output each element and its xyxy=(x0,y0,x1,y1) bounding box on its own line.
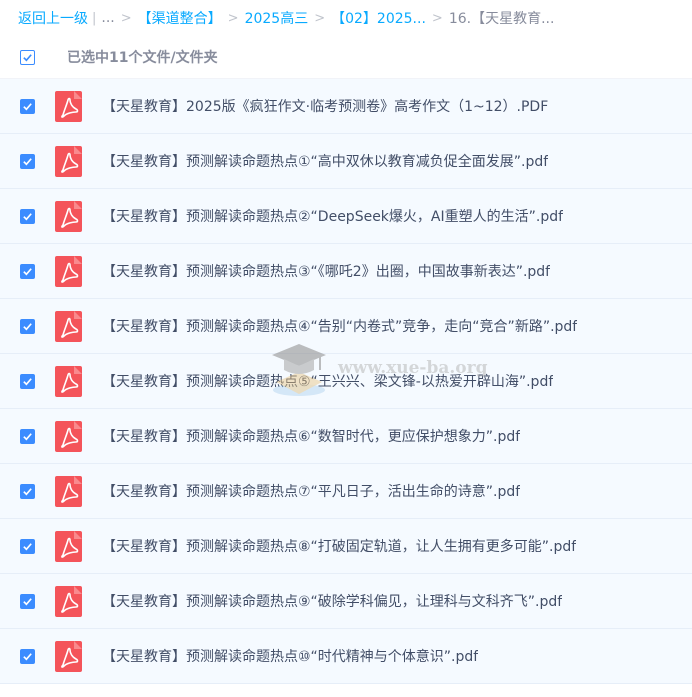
file-row[interactable]: 【天星教育】预测解读命题热点③“《哪吒2》出圈，中国故事新表达”.pdf xyxy=(0,244,692,299)
file-row[interactable]: 【天星教育】预测解读命题热点⑥“数智时代，更应保护想象力”.pdf xyxy=(0,409,692,464)
checkbox-checked-icon xyxy=(23,652,32,660)
pdf-icon-wrap xyxy=(55,200,82,232)
pdf-icon-wrap xyxy=(55,585,82,617)
checkbox-checked-icon xyxy=(23,212,32,220)
checkbox-checked-icon xyxy=(23,102,32,110)
back-link[interactable]: 返回上一级 xyxy=(18,8,88,28)
file-checkbox[interactable] xyxy=(20,373,35,389)
file-name[interactable]: 【天星教育】预测解读命题热点⑧“打破固定轨道，让人生拥有更多可能”.pdf xyxy=(102,536,576,556)
pdf-file-icon xyxy=(55,310,82,342)
file-checkbox[interactable] xyxy=(20,538,35,554)
file-checkbox[interactable] xyxy=(20,593,35,609)
checkbox-checked-icon xyxy=(23,267,32,275)
pdf-icon-wrap xyxy=(55,90,82,122)
checkbox-checked-icon xyxy=(23,432,32,440)
pdf-icon-wrap xyxy=(55,255,82,287)
pdf-file-icon xyxy=(55,90,82,122)
pdf-file-icon xyxy=(55,640,82,672)
checkbox-checked-icon xyxy=(23,597,32,605)
file-name[interactable]: 【天星教育】预测解读命题热点⑩“时代精神与个体意识”.pdf xyxy=(102,646,478,666)
file-name[interactable]: 【天星教育】预测解读命题热点⑥“数智时代，更应保护想象力”.pdf xyxy=(102,426,520,446)
selection-count: 已选中11个文件/文件夹 xyxy=(67,50,218,66)
breadcrumb-ellipsis[interactable]: ... xyxy=(101,10,114,26)
file-list: 【天星教育】2025版《疯狂作文·临考预测卷》高考作文（1~12）.PDF 【天星… xyxy=(0,79,692,684)
file-name[interactable]: 【天星教育】2025版《疯狂作文·临考预测卷》高考作文（1~12）.PDF xyxy=(102,96,548,116)
pdf-icon-wrap xyxy=(55,640,82,672)
file-row[interactable]: 【天星教育】预测解读命题热点⑧“打破固定轨道，让人生拥有更多可能”.pdf xyxy=(0,519,692,574)
file-row[interactable]: 【天星教育】预测解读命题热点⑦“平凡日子，活出生命的诗意”.pdf xyxy=(0,464,692,519)
pdf-icon-wrap xyxy=(55,365,82,397)
file-name[interactable]: 【天星教育】预测解读命题热点①“高中双休以教育减负促全面发展”.pdf xyxy=(102,151,548,171)
breadcrumb-current: 16.【天星教育... xyxy=(448,11,555,27)
file-name[interactable]: 【天星教育】预测解读命题热点⑦“平凡日子，活出生命的诗意”.pdf xyxy=(102,481,520,501)
file-checkbox[interactable] xyxy=(20,98,35,114)
pdf-icon-wrap xyxy=(55,310,82,342)
file-row[interactable]: 【天星教育】2025版《疯狂作文·临考预测卷》高考作文（1~12）.PDF xyxy=(0,79,692,134)
breadcrumb-divider: | xyxy=(92,10,97,26)
pdf-file-icon xyxy=(55,585,82,617)
checkbox-checked-icon xyxy=(23,377,32,385)
breadcrumb-item-channel[interactable]: 【渠道整合】 xyxy=(138,8,222,28)
file-row[interactable]: 【天星教育】预测解读命题热点⑨“破除学科偏见，让理科与文科齐飞”.pdf xyxy=(0,574,692,629)
file-checkbox[interactable] xyxy=(20,208,35,224)
breadcrumb-item-grade[interactable]: 2025高三 xyxy=(245,8,309,28)
pdf-file-icon xyxy=(55,255,82,287)
chevron-right-icon: > xyxy=(314,10,326,26)
checkbox-checked-icon xyxy=(23,322,32,330)
pdf-file-icon xyxy=(55,530,82,562)
pdf-icon-wrap xyxy=(55,145,82,177)
pdf-icon-wrap xyxy=(55,475,82,507)
file-name[interactable]: 【天星教育】预测解读命题热点④“告别“内卷式”竞争，走向“竞合”新路”.pdf xyxy=(102,316,577,336)
checkbox-checked-icon xyxy=(23,542,32,550)
pdf-icon-wrap xyxy=(55,420,82,452)
file-checkbox[interactable] xyxy=(20,263,35,279)
chevron-right-icon: > xyxy=(227,10,239,26)
pdf-file-icon xyxy=(55,365,82,397)
chevron-right-icon: > xyxy=(120,10,132,26)
file-row[interactable]: 【天星教育】预测解读命题热点②“DeepSeek爆火，AI重塑人的生活”.pdf xyxy=(0,189,692,244)
file-checkbox[interactable] xyxy=(20,318,35,334)
pdf-file-icon xyxy=(55,420,82,452)
selection-bar: 已选中11个文件/文件夹 xyxy=(0,36,692,79)
checkbox-checked-icon xyxy=(23,53,32,61)
pdf-file-icon xyxy=(55,145,82,177)
pdf-file-icon xyxy=(55,200,82,232)
file-checkbox[interactable] xyxy=(20,428,35,444)
file-name[interactable]: 【天星教育】预测解读命题热点③“《哪吒2》出圈，中国故事新表达”.pdf xyxy=(102,261,550,281)
breadcrumb-item-folder[interactable]: 【02】2025... xyxy=(331,8,426,28)
checkbox-checked-icon xyxy=(23,157,32,165)
file-name[interactable]: 【天星教育】预测解读命题热点⑨“破除学科偏见，让理科与文科齐飞”.pdf xyxy=(102,591,562,611)
file-row[interactable]: 【天星教育】预测解读命题热点①“高中双休以教育减负促全面发展”.pdf xyxy=(0,134,692,189)
file-row[interactable]: 【天星教育】预测解读命题热点⑩“时代精神与个体意识”.pdf xyxy=(0,629,692,684)
file-checkbox[interactable] xyxy=(20,648,35,664)
pdf-icon-wrap xyxy=(55,530,82,562)
chevron-right-icon: > xyxy=(431,10,443,26)
file-name[interactable]: 【天星教育】预测解读命题热点⑤“王兴兴、梁文锋-以热爱开辟山海”.pdf xyxy=(102,371,553,391)
checkbox-checked-icon xyxy=(23,487,32,495)
breadcrumb: 返回上一级 | ... > 【渠道整合】 > 2025高三 > 【02】2025… xyxy=(0,0,692,36)
pdf-file-icon xyxy=(55,475,82,507)
file-checkbox[interactable] xyxy=(20,153,35,169)
file-row[interactable]: 【天星教育】预测解读命题热点⑤“王兴兴、梁文锋-以热爱开辟山海”.pdf xyxy=(0,354,692,409)
file-checkbox[interactable] xyxy=(20,483,35,499)
file-row[interactable]: 【天星教育】预测解读命题热点④“告别“内卷式”竞争，走向“竞合”新路”.pdf xyxy=(0,299,692,354)
select-all-checkbox[interactable] xyxy=(20,49,35,65)
file-name[interactable]: 【天星教育】预测解读命题热点②“DeepSeek爆火，AI重塑人的生活”.pdf xyxy=(102,206,563,226)
